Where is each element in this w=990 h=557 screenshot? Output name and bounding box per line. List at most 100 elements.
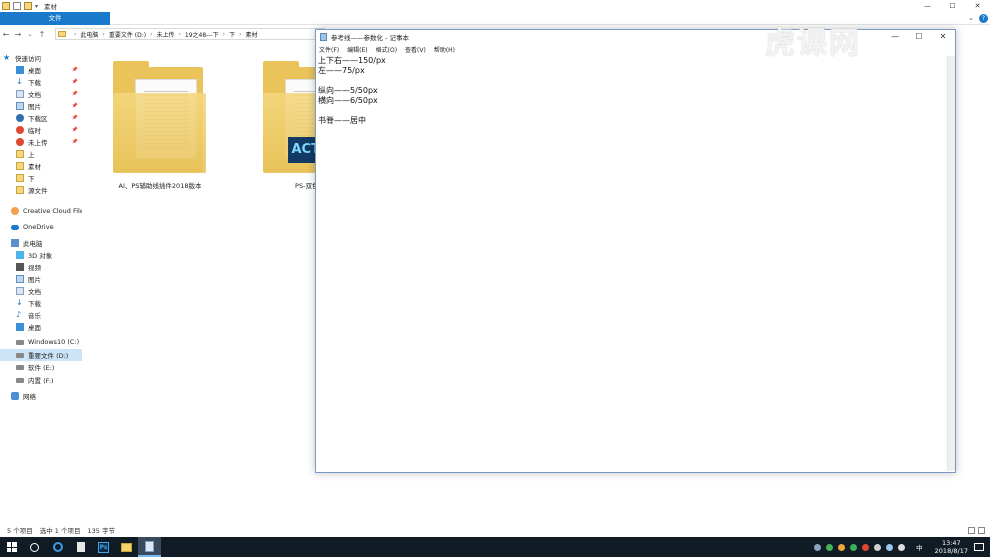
sidebar-item-up[interactable]: 上 bbox=[0, 148, 82, 160]
notepad-window: 参考线——参数化 - 记事本 — ☐ ✕ 文件(F) 编辑(E) 格式(O) 查… bbox=[315, 29, 956, 473]
breadcrumb-item[interactable]: 素材 bbox=[245, 30, 257, 39]
taskbar-calculator[interactable] bbox=[69, 537, 92, 557]
photoshop-icon: Ps bbox=[98, 541, 109, 553]
menu-help[interactable]: 帮助(H) bbox=[434, 45, 455, 54]
pin-icon[interactable]: 📌 bbox=[72, 67, 78, 73]
properties-icon[interactable] bbox=[13, 2, 21, 10]
breadcrumb-separator: › bbox=[222, 30, 226, 38]
minimize-button[interactable]: — bbox=[883, 30, 907, 44]
recent-chevron-icon[interactable]: ⌄ bbox=[24, 31, 36, 38]
tray-app-icon[interactable] bbox=[850, 543, 858, 551]
cloud-icon[interactable] bbox=[874, 543, 882, 551]
breadcrumb-item[interactable]: 19之48---下 bbox=[185, 30, 219, 39]
tray-app-icon[interactable] bbox=[838, 543, 846, 551]
sidebar-item-documents-pc[interactable]: 文档 bbox=[0, 285, 82, 297]
sidebar-item-drive-d[interactable]: 重要文件 (D:) bbox=[0, 349, 82, 361]
start-button[interactable] bbox=[0, 537, 23, 557]
pin-icon[interactable]: 📌 bbox=[72, 127, 78, 133]
forward-arrow-icon[interactable]: → bbox=[12, 30, 24, 39]
menu-view[interactable]: 查看(V) bbox=[405, 45, 426, 54]
close-button[interactable]: ✕ bbox=[965, 0, 990, 12]
maximize-button[interactable]: ☐ bbox=[907, 30, 931, 44]
pin-icon[interactable]: 📌 bbox=[72, 103, 78, 109]
breadcrumb-separator: › bbox=[74, 30, 77, 38]
sidebar-item-this-pc[interactable]: 此电脑 bbox=[0, 237, 82, 249]
sidebar-item-not-uploaded[interactable]: 未上传 📌 bbox=[0, 136, 82, 148]
folder-document-icon bbox=[112, 57, 208, 173]
view-switcher bbox=[968, 526, 985, 534]
close-button[interactable]: ✕ bbox=[931, 30, 955, 44]
sidebar-item-pictures[interactable]: 图片 📌 bbox=[0, 100, 82, 112]
sidebar-item-download-area[interactable]: 下载区 📌 bbox=[0, 112, 82, 124]
sidebar-item-downloads-pc[interactable]: ↓ 下载 bbox=[0, 297, 82, 309]
sidebar-item-desktop-pc[interactable]: 桌面 bbox=[0, 321, 82, 333]
sidebar-item-pictures-pc[interactable]: 图片 bbox=[0, 273, 82, 285]
breadcrumb-item[interactable]: 下 bbox=[229, 30, 235, 39]
ime-indicator[interactable]: 中 bbox=[916, 542, 923, 552]
wechat-icon[interactable] bbox=[826, 543, 834, 551]
pin-icon[interactable]: 📌 bbox=[72, 139, 78, 145]
taskbar-edge[interactable] bbox=[46, 537, 69, 557]
volume-icon[interactable] bbox=[898, 543, 906, 551]
sidebar-item-quick-access[interactable]: ★ 快速访问 bbox=[0, 52, 82, 64]
notification-icon[interactable] bbox=[974, 543, 984, 551]
address-bar[interactable]: › 此电脑 › 重要文件 (D:) › 未上传 › 19之48---下 › 下 … bbox=[55, 28, 325, 40]
minimize-button[interactable]: — bbox=[915, 0, 940, 12]
network-icon bbox=[11, 392, 19, 400]
sidebar-item-3d-objects[interactable]: 3D 对象 bbox=[0, 249, 82, 261]
sidebar-item-desktop[interactable]: 桌面 📌 bbox=[0, 64, 82, 76]
cortana-icon bbox=[30, 542, 39, 552]
maximize-button[interactable]: ☐ bbox=[940, 0, 965, 12]
sidebar-item-drive-e[interactable]: 软件 (E:) bbox=[0, 361, 82, 373]
back-arrow-icon[interactable]: ← bbox=[0, 30, 12, 39]
help-icon[interactable]: ? bbox=[979, 14, 988, 23]
menu-file[interactable]: 文件(F) bbox=[319, 45, 339, 54]
menu-edit[interactable]: 编辑(E) bbox=[347, 45, 367, 54]
vertical-scrollbar[interactable] bbox=[947, 56, 955, 471]
sidebar-item-source[interactable]: 源文件 bbox=[0, 184, 82, 196]
tray-app-icon[interactable] bbox=[814, 543, 822, 551]
details-view-icon[interactable] bbox=[968, 526, 975, 534]
sidebar-item-documents[interactable]: 文档 📌 bbox=[0, 88, 82, 100]
text-line: 横向——6/50px bbox=[318, 96, 378, 105]
breadcrumb-item[interactable]: 未上传 bbox=[156, 30, 174, 39]
sidebar-item-downloads[interactable]: ↓ 下载 📌 bbox=[0, 76, 82, 88]
large-icons-view-icon[interactable] bbox=[978, 526, 985, 534]
notepad-icon bbox=[145, 540, 154, 552]
sidebar-item-music[interactable]: ♪ 音乐 bbox=[0, 309, 82, 321]
creative-cloud-icon bbox=[11, 207, 19, 215]
navigation-pane: ★ 快速访问 桌面 📌 ↓ 下载 📌 文档 📌 图片 📌 下载区 📌 临时 📌 未上传 📌 上 素… bbox=[0, 50, 82, 520]
search-button[interactable] bbox=[23, 537, 46, 557]
breadcrumb-item[interactable]: 重要文件 (D:) bbox=[109, 30, 146, 39]
item-count: 5 个项目 bbox=[7, 527, 33, 535]
pin-icon[interactable]: 📌 bbox=[72, 91, 78, 97]
pin-icon[interactable]: 📌 bbox=[72, 115, 78, 121]
taskbar-file-explorer[interactable] bbox=[115, 537, 138, 557]
taskbar-photoshop[interactable]: Ps bbox=[92, 537, 115, 557]
sidebar-item-videos[interactable]: 视频 bbox=[0, 261, 82, 273]
new-folder-icon[interactable] bbox=[24, 2, 32, 10]
folder-item[interactable]: AI、PS辅助线插件2018版本 bbox=[105, 57, 215, 190]
pin-icon[interactable]: 📌 bbox=[72, 79, 78, 85]
up-arrow-icon[interactable]: ↑ bbox=[36, 30, 48, 39]
chevron-down-icon[interactable]: ▾ bbox=[35, 3, 38, 10]
tray-app-icon[interactable] bbox=[862, 543, 870, 551]
breadcrumb-item[interactable]: 此电脑 bbox=[80, 30, 98, 39]
sidebar-item-creative-cloud[interactable]: Creative Cloud Files bbox=[0, 205, 82, 217]
sidebar-item-material[interactable]: 素材 bbox=[0, 160, 82, 172]
menu-format[interactable]: 格式(O) bbox=[376, 45, 397, 54]
tab-file[interactable]: 文件 bbox=[0, 12, 110, 25]
sidebar-item-onedrive[interactable]: OneDrive bbox=[0, 221, 82, 233]
clock[interactable]: 13:47 2018/8/17 bbox=[935, 539, 968, 555]
sidebar-item-drive-c[interactable]: Windows10 (C:) bbox=[0, 336, 82, 348]
ribbon-expand-icon[interactable]: ⌄ bbox=[968, 14, 974, 22]
taskbar-notepad[interactable] bbox=[138, 537, 161, 557]
sidebar-item-temp[interactable]: 临时 📌 bbox=[0, 124, 82, 136]
sidebar-item-network[interactable]: 网络 bbox=[0, 390, 82, 402]
folder-icon bbox=[16, 162, 24, 170]
notepad-text-area[interactable]: 上下右——150/px 左——75/px 纵向——5/50px 横向——6/50… bbox=[317, 56, 947, 471]
network-icon[interactable] bbox=[886, 543, 894, 551]
sidebar-item-drive-f[interactable]: 内置 (F:) bbox=[0, 374, 82, 386]
text-line: 左——75/px bbox=[318, 66, 365, 75]
sidebar-item-down[interactable]: 下 bbox=[0, 172, 82, 184]
